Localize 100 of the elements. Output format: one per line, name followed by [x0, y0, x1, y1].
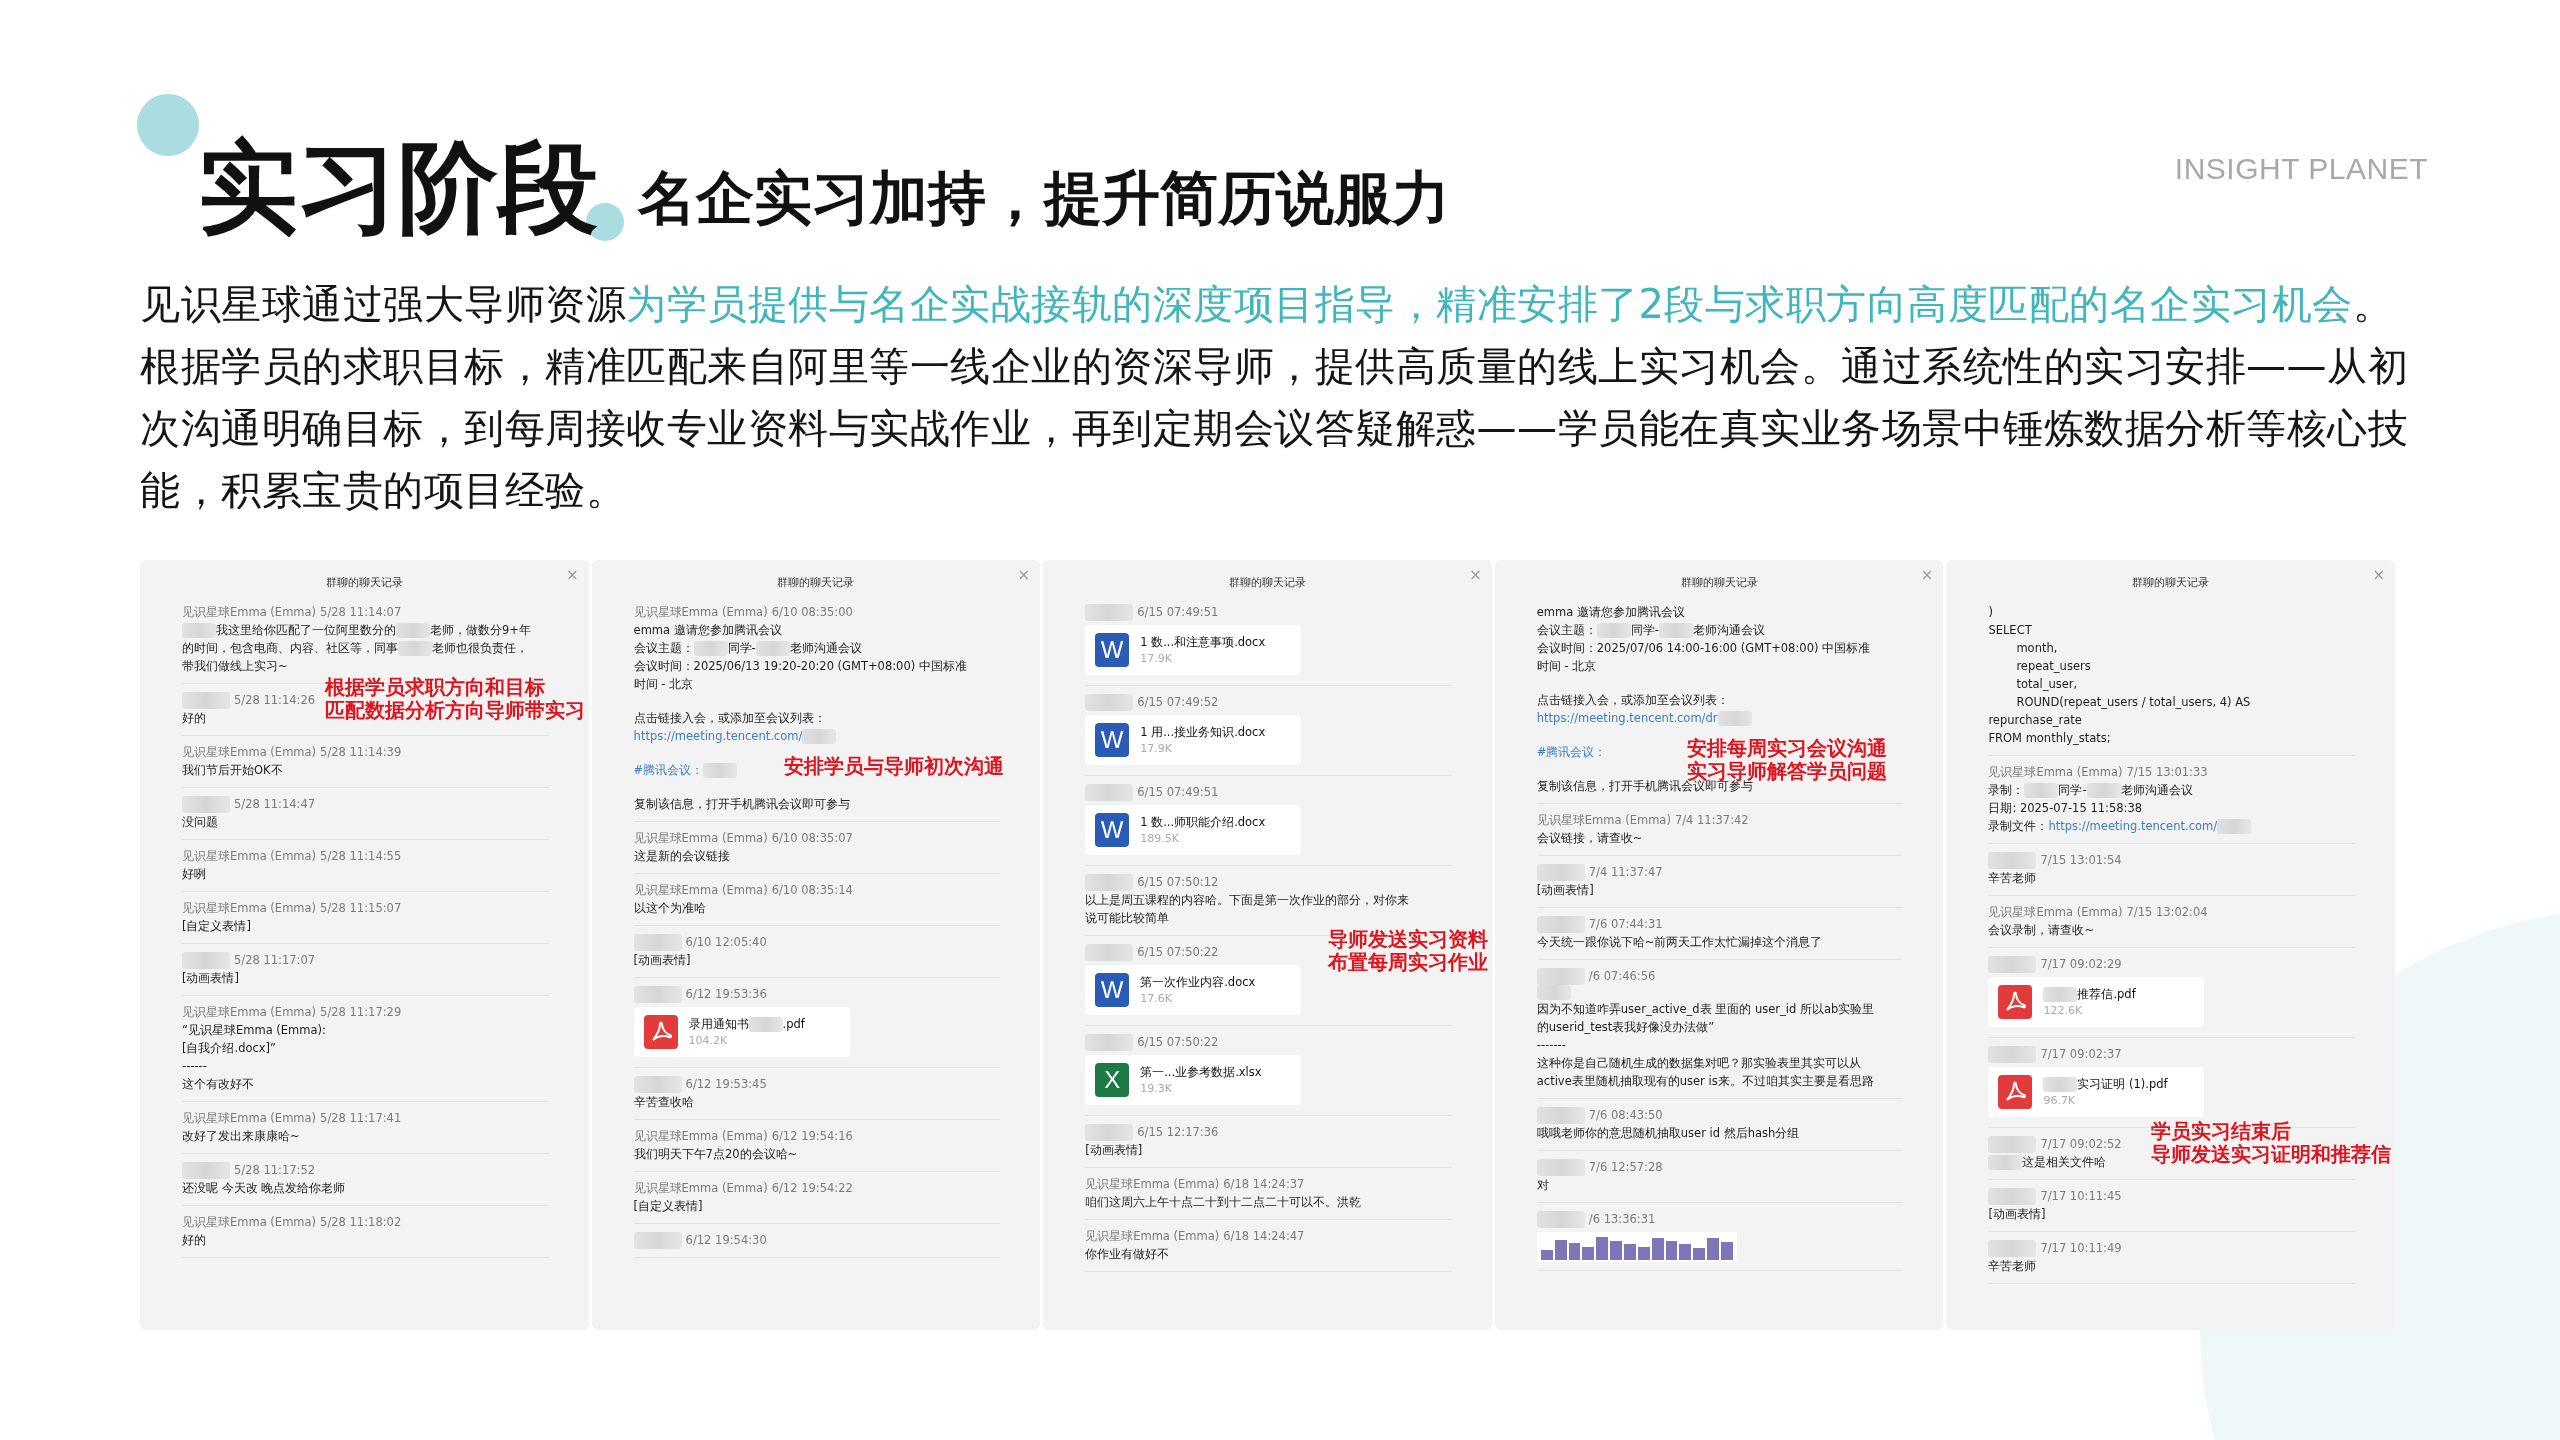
- message-text: 时间 - 北京: [633, 676, 694, 693]
- message-text: 会议主题：: [633, 640, 694, 657]
- message-text: “见识星球Emma (Emma):: [182, 1022, 326, 1039]
- redacted-block: [1988, 1154, 2023, 1170]
- message-time: 7/4 11:37:47: [1588, 864, 1663, 881]
- word-file-icon: W: [1095, 973, 1130, 1007]
- sender-name: 见识星球Emma (Emma): [633, 882, 768, 899]
- message-text: 这是新的会议链接: [633, 848, 730, 865]
- message-text: [自定义表情]: [633, 1198, 703, 1215]
- message-text: 同学-: [2058, 782, 2087, 799]
- message-time: 7/6 12:57:28: [1588, 1159, 1663, 1176]
- redacted-block: [1988, 1187, 2037, 1205]
- file-card[interactable]: 实习证明 (1).pdf 96.7K: [1988, 1067, 2205, 1117]
- redacted-block: [1085, 783, 1134, 801]
- brand-name: INSIGHT PLANET: [2174, 152, 2428, 186]
- close-button[interactable]: ×: [1469, 568, 1482, 583]
- file-size: 96.7K: [2043, 1093, 2076, 1109]
- sender-name: 见识星球Emma (Emma): [182, 1110, 317, 1127]
- redacted-block: [633, 1231, 682, 1249]
- message-time: 6/12 19:54:16: [771, 1128, 853, 1145]
- file-name: 实习证明 (1).pdf: [2077, 1076, 2168, 1093]
- message-time: 5/28 11:14:07: [320, 604, 402, 621]
- close-button[interactable]: ×: [566, 568, 579, 583]
- word-file-icon: W: [1095, 633, 1130, 667]
- file-size: 104.2K: [688, 1033, 728, 1049]
- message-text: -------: [1536, 1037, 1566, 1054]
- message-time: 6/15 07:50:12: [1137, 874, 1219, 891]
- close-button[interactable]: ×: [1920, 568, 1934, 583]
- redacted-block: [1988, 955, 2037, 973]
- slide-subtitle: 名企实习加持，提升简历说服力: [638, 163, 1450, 234]
- redacted-block: [1085, 603, 1134, 621]
- file-size: 17.6K: [1140, 991, 1172, 1007]
- redacted-block: [1085, 943, 1134, 961]
- redacted-block: [2024, 782, 2059, 798]
- redacted-block: [633, 1075, 682, 1093]
- redacted-block: [802, 728, 837, 744]
- message-text: 老师沟通会议: [789, 640, 862, 657]
- file-card[interactable]: W 1 数...师职能介绍.docx 189.5K: [1085, 805, 1302, 855]
- intro-paragraph: 根据学员的求职目标，精准匹配来自阿里等一线企业的资深导师，提供高质量的线上实习机会。通过系统性的实习安排——从初次沟通明确目标，到每周接收专业资料与实战作业，再到定期会议答疑解惑——学员能在真实业务场景中锤炼数据分析等核心技能，积累宝贵的项目经验。: [140, 342, 2409, 515]
- redacted-block: [1085, 693, 1134, 711]
- message-text: 带我们做线上实习~: [182, 658, 288, 675]
- sender-name: 见识星球Emma (Emma): [633, 1180, 768, 1197]
- message-text: 对: [1536, 1177, 1549, 1194]
- message-text: 的时间，包含电商、内容、社区等，同事: [182, 640, 398, 657]
- sender-name: 见识星球Emma (Emma): [1536, 812, 1671, 829]
- message-time: 7/6 07:44:31: [1588, 916, 1663, 933]
- message-time: 6/12 19:53:45: [685, 1076, 767, 1093]
- link[interactable]: #腾讯会议：: [633, 761, 704, 779]
- redacted-block: [1717, 710, 1752, 726]
- message-text: 会议链接，请查收~: [1536, 830, 1643, 847]
- sender-name: 见识星球Emma (Emma): [182, 604, 317, 621]
- close-button[interactable]: ×: [1017, 568, 1031, 583]
- file-name: 1 数...师职能介绍.docx: [1140, 814, 1266, 831]
- close-button[interactable]: ×: [2372, 568, 2385, 583]
- redacted-block: [182, 795, 230, 813]
- message-time: 5/28 11:15:07: [320, 900, 402, 917]
- window-title: 群聊的聊天记录: [325, 575, 403, 591]
- image-thumbnail[interactable]: [1536, 1232, 1737, 1262]
- file-card[interactable]: W 1 用...接业务知识.docx 17.9K: [1085, 715, 1302, 765]
- redacted-block: [182, 622, 216, 638]
- message-time: 5/28 11:17:29: [320, 1004, 402, 1021]
- annotation-text: 安排学员与导师初次沟通: [783, 755, 1004, 778]
- file-size: 17.9K: [1140, 741, 1172, 757]
- redacted-block: [182, 1161, 230, 1179]
- message-text: 老师沟通会议: [2120, 782, 2193, 799]
- link[interactable]: #腾讯会议：: [1536, 743, 1607, 761]
- sender-name: 见识星球Emma (Emma): [1988, 904, 2123, 921]
- file-card[interactable]: 推荐信.pdf 122.6K: [1988, 977, 2205, 1027]
- link[interactable]: https://meeting.tencent.com/dr: [1536, 709, 1718, 727]
- file-name: 1 用...接业务知识.docx: [1140, 724, 1266, 741]
- message-text: ROUND(repeat_users / total_users, 4) AS: [2016, 694, 2251, 711]
- file-name: 1 数...和注意事项.docx: [1140, 634, 1266, 651]
- message-text: 我这里给你匹配了一位阿里数分的: [216, 622, 396, 639]
- redacted-block: [1536, 1158, 1585, 1176]
- message-time: 6/15 07:50:22: [1137, 944, 1219, 961]
- redacted-block: [748, 1016, 783, 1032]
- redacted-block: [1658, 622, 1693, 638]
- message-text: 今天统一跟你说下哈~前两天工作太忙漏掉这个消息了: [1536, 934, 1823, 951]
- file-card[interactable]: W 1 数...和注意事项.docx 17.9K: [1085, 625, 1302, 675]
- message-time: 5/28 11:17:41: [320, 1110, 402, 1127]
- redacted-block: [2043, 1076, 2078, 1092]
- redacted-block: [633, 933, 682, 951]
- file-card[interactable]: W 第一次作业内容.docx 17.6K: [1085, 965, 1302, 1015]
- file-card[interactable]: 录用通知书 .pdf 104.2K: [633, 1007, 850, 1057]
- link[interactable]: https://meeting.tencent.com/: [633, 727, 803, 745]
- file-card[interactable]: X 第一...业参考数据.xlsx 19.3K: [1085, 1055, 1302, 1105]
- message-time: 7/6 08:43:50: [1588, 1107, 1663, 1124]
- message-time: 6/10 12:05:40: [685, 934, 767, 951]
- redacted-block: [2217, 818, 2252, 834]
- message-text: [动画表情]: [182, 970, 239, 987]
- message-text: emma 邀请您参加腾讯会议: [1536, 604, 1685, 621]
- window-title: 群聊的聊天记录: [2132, 575, 2210, 591]
- file-size: 19.3K: [1140, 1081, 1172, 1097]
- message-text: 同学-: [1630, 622, 1659, 639]
- message-text: emma 邀请您参加腾讯会议: [633, 622, 782, 639]
- excel-file-icon: X: [1095, 1063, 1130, 1097]
- message-time: 7/17 10:11:49: [2040, 1240, 2122, 1257]
- message-text: 会议录制，请查收~: [1988, 922, 2095, 939]
- sender-name: 见识星球Emma (Emma): [182, 900, 317, 917]
- link[interactable]: https://meeting.tencent.com/: [2048, 817, 2218, 835]
